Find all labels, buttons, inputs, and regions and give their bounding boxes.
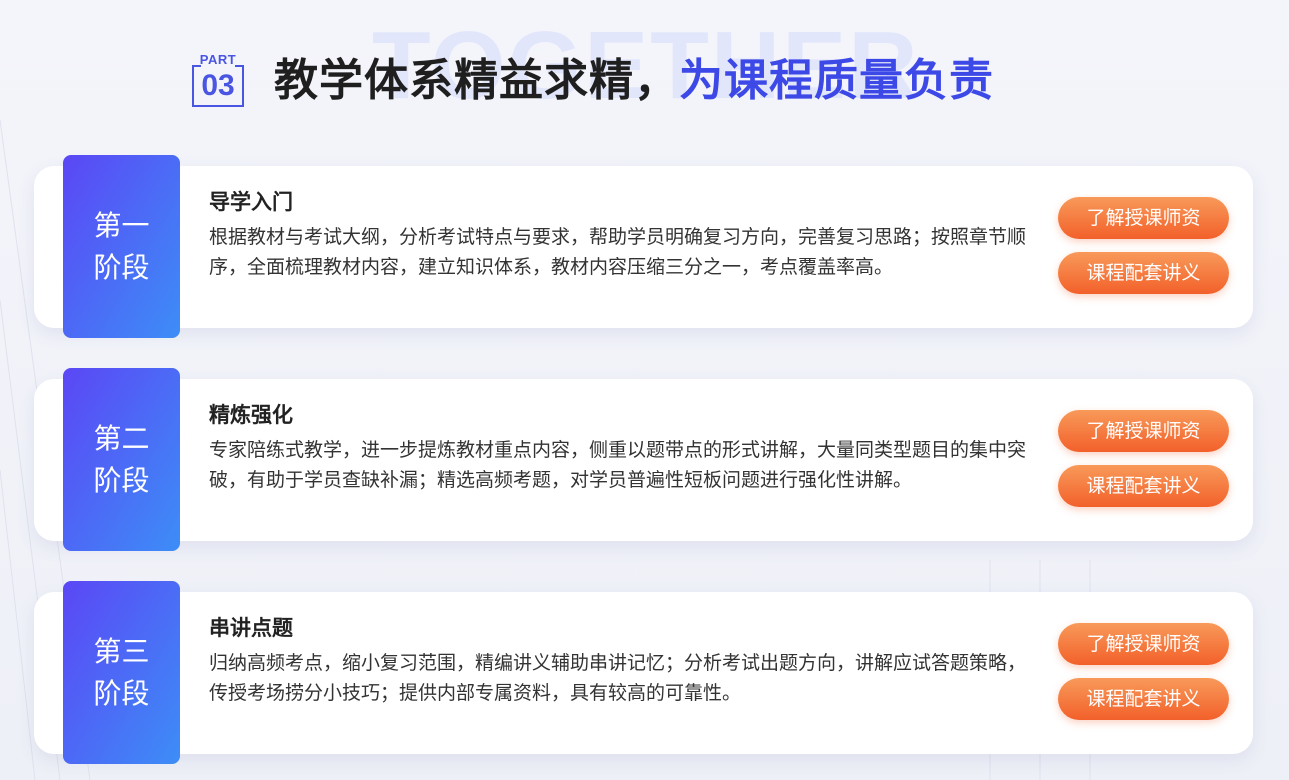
stage-card-1: 第一 阶段 导学入门 根据教材与考试大纲，分析考试特点与要求，帮助学员明确复习方… <box>34 155 1253 338</box>
stage-description: 根据教材与考试大纲，分析考试特点与要求，帮助学员明确复习方向，完善复习思路；按照… <box>209 226 1027 278</box>
stage-badge-line1: 第三 <box>93 634 150 668</box>
stage-badge: 第一 阶段 <box>63 155 180 338</box>
stage-description: 专家陪练式教学，进一步提炼教材重点内容，侧重以题带点的形式讲解，大量同类型题目的… <box>209 439 1027 491</box>
stage-description: 归纳高频考点，缩小复习范围，精编讲义辅助串讲记忆；分析考试出题方向，讲解应试答题… <box>209 652 1027 704</box>
stage-card-2: 第二 阶段 精炼强化 专家陪练式教学，进一步提炼教材重点内容，侧重以题带点的形式… <box>34 368 1253 551</box>
page-title: 教学体系精益求精，为课程质量负责 <box>274 52 994 110</box>
view-teachers-button[interactable]: 了解授课师资 <box>1058 623 1229 665</box>
stage-badge-line2: 阶段 <box>93 676 150 710</box>
stage-title: 导学入门 <box>209 190 293 214</box>
page-title-main: 教学体系精益求精， <box>274 55 679 106</box>
course-materials-button[interactable]: 课程配套讲义 <box>1058 465 1229 507</box>
view-teachers-button[interactable]: 了解授课师资 <box>1058 410 1229 452</box>
section-header: PART 03 教学体系精益求精，为课程质量负责 <box>190 52 994 110</box>
stage-badge-line2: 阶段 <box>93 463 150 497</box>
stage-badge-line1: 第二 <box>93 421 150 455</box>
part-badge: PART 03 <box>190 53 246 109</box>
part-label: PART <box>199 52 237 67</box>
stage-badge: 第二 阶段 <box>63 368 180 551</box>
course-materials-button[interactable]: 课程配套讲义 <box>1058 252 1229 294</box>
stage-title: 串讲点题 <box>209 616 293 640</box>
stage-badge-line1: 第一 <box>93 208 150 242</box>
view-teachers-button[interactable]: 了解授课师资 <box>1058 197 1229 239</box>
course-materials-button[interactable]: 课程配套讲义 <box>1058 678 1229 720</box>
page-title-accent: 为课程质量负责 <box>679 55 994 106</box>
part-number: 03 <box>201 69 235 102</box>
stage-badge-line2: 阶段 <box>93 250 150 284</box>
stage-card-3: 第三 阶段 串讲点题 归纳高频考点，缩小复习范围，精编讲义辅助串讲记忆；分析考试… <box>34 581 1253 764</box>
stage-title: 精炼强化 <box>209 403 293 427</box>
stage-badge: 第三 阶段 <box>63 581 180 764</box>
